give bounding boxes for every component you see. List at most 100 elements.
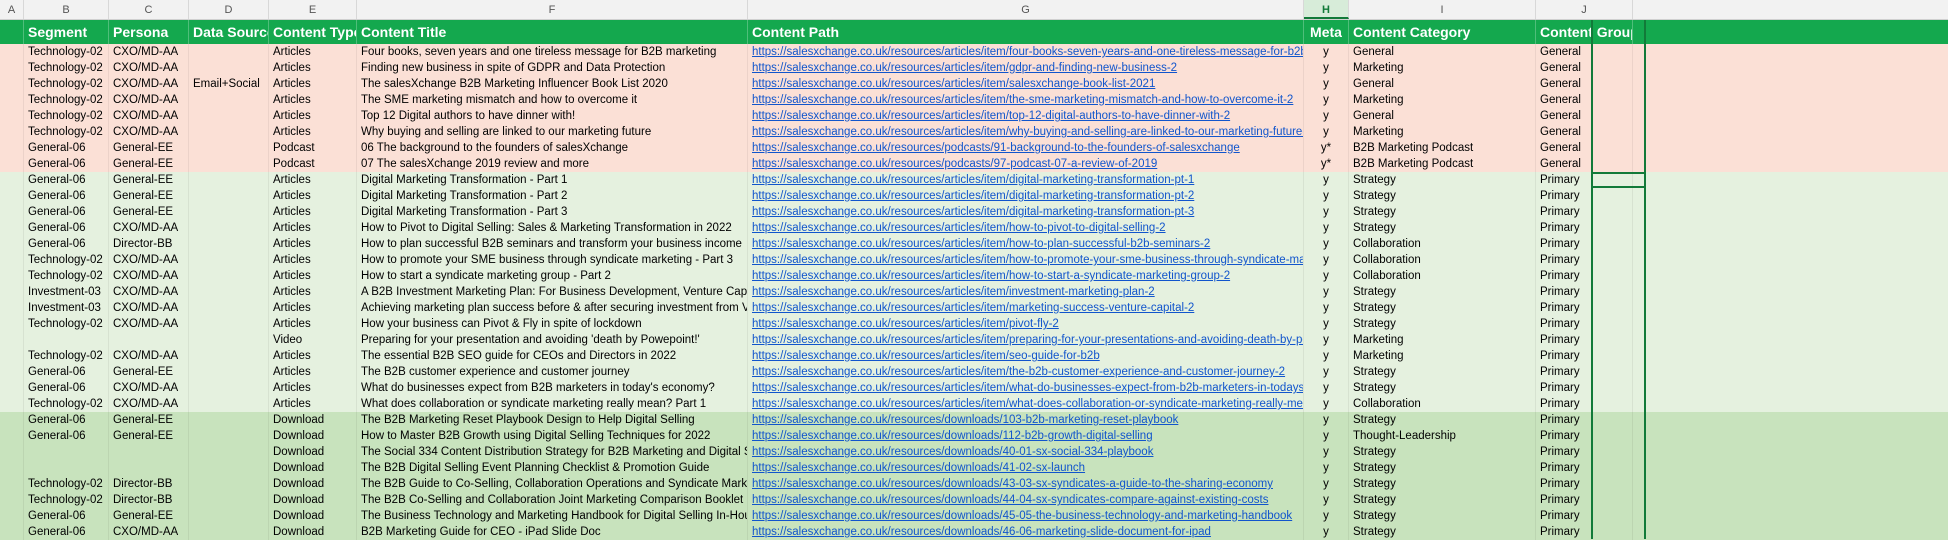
cell-content-type[interactable]: Download — [269, 476, 357, 492]
cell-content-group[interactable]: Primary — [1536, 460, 1633, 476]
cell-data-source[interactable] — [189, 268, 269, 284]
cell-segment[interactable]: Technology-02 — [24, 476, 109, 492]
cell-content-category[interactable]: General — [1349, 108, 1536, 124]
cell-content-type[interactable]: Download — [269, 492, 357, 508]
cell-content-type[interactable]: Articles — [269, 268, 357, 284]
cell-content-path[interactable]: https://salesxchange.co.uk/resources/art… — [748, 220, 1304, 236]
cell-content-category[interactable]: Strategy — [1349, 220, 1536, 236]
row-gutter[interactable] — [0, 252, 24, 268]
cell-segment[interactable]: General-06 — [24, 428, 109, 444]
cell-persona[interactable]: CXO/MD-AA — [109, 300, 189, 316]
row-gutter[interactable] — [0, 492, 24, 508]
cell-content-category[interactable]: Strategy — [1349, 172, 1536, 188]
cell-data-source[interactable] — [189, 236, 269, 252]
cell-content-title[interactable]: Preparing for your presentation and avoi… — [357, 332, 748, 348]
cell-meta[interactable]: y* — [1304, 140, 1349, 156]
content-path-link[interactable]: https://salesxchange.co.uk/resources/art… — [752, 270, 1230, 282]
cell-persona[interactable]: Director-BB — [109, 492, 189, 508]
cell-segment[interactable]: General-06 — [24, 156, 109, 172]
row-gutter[interactable] — [0, 268, 24, 284]
cell-content-category[interactable]: Marketing — [1349, 124, 1536, 140]
cell-content-category[interactable]: Strategy — [1349, 300, 1536, 316]
row-gutter[interactable] — [0, 316, 24, 332]
cell-segment[interactable]: Investment-03 — [24, 300, 109, 316]
row-gutter[interactable] — [0, 348, 24, 364]
cell-segment[interactable]: General-06 — [24, 204, 109, 220]
row-gutter[interactable] — [0, 444, 24, 460]
cell-segment[interactable]: Technology-02 — [24, 60, 109, 76]
cell-data-source[interactable] — [189, 108, 269, 124]
cell-segment[interactable]: Technology-02 — [24, 124, 109, 140]
cell-data-source[interactable] — [189, 60, 269, 76]
cell-persona[interactable]: CXO/MD-AA — [109, 348, 189, 364]
content-path-link[interactable]: https://salesxchange.co.uk/resources/art… — [752, 286, 1155, 298]
column-letter-row-num[interactable]: A — [0, 0, 24, 19]
cell-meta[interactable]: y — [1304, 316, 1349, 332]
cell-meta[interactable]: y — [1304, 268, 1349, 284]
cell-content-category[interactable]: Thought-Leadership — [1349, 428, 1536, 444]
cell-content-group[interactable]: Primary — [1536, 380, 1633, 396]
cell-content-category[interactable]: Strategy — [1349, 412, 1536, 428]
cell-meta[interactable]: y — [1304, 92, 1349, 108]
row-gutter[interactable] — [0, 476, 24, 492]
cell-content-title[interactable]: The essential B2B SEO guide for CEOs and… — [357, 348, 748, 364]
cell-data-source[interactable] — [189, 396, 269, 412]
cell-segment[interactable]: Technology-02 — [24, 348, 109, 364]
content-path-link[interactable]: https://salesxchange.co.uk/resources/dow… — [752, 478, 1273, 490]
cell-content-title[interactable]: How to promote your SME business through… — [357, 252, 748, 268]
cell-content-category[interactable]: Strategy — [1349, 492, 1536, 508]
content-path-link[interactable]: https://salesxchange.co.uk/resources/dow… — [752, 430, 1153, 442]
content-path-link[interactable]: https://salesxchange.co.uk/resources/art… — [752, 366, 1285, 378]
cell-data-source[interactable] — [189, 508, 269, 524]
cell-content-path[interactable]: https://salesxchange.co.uk/resources/art… — [748, 124, 1304, 140]
cell-data-source[interactable] — [189, 156, 269, 172]
cell-content-path[interactable]: https://salesxchange.co.uk/resources/art… — [748, 300, 1304, 316]
cell-segment[interactable]: Technology-02 — [24, 396, 109, 412]
content-path-link[interactable]: https://salesxchange.co.uk/resources/art… — [752, 318, 1059, 330]
content-path-link[interactable]: https://salesxchange.co.uk/resources/art… — [752, 222, 1166, 234]
cell-content-title[interactable]: Achieving marketing plan success before … — [357, 300, 748, 316]
cell-content-title[interactable]: Digital Marketing Transformation - Part … — [357, 172, 748, 188]
content-path-link[interactable]: https://salesxchange.co.uk/resources/art… — [752, 110, 1230, 122]
column-letter-data-source[interactable]: D — [189, 0, 269, 19]
cell-meta[interactable]: y — [1304, 380, 1349, 396]
cell-segment[interactable]: Technology-02 — [24, 316, 109, 332]
cell-content-category[interactable]: Strategy — [1349, 524, 1536, 540]
cell-persona[interactable]: CXO/MD-AA — [109, 60, 189, 76]
cell-segment[interactable]: Technology-02 — [24, 108, 109, 124]
cell-data-source[interactable] — [189, 204, 269, 220]
cell-persona[interactable]: CXO/MD-AA — [109, 316, 189, 332]
cell-content-type[interactable]: Articles — [269, 284, 357, 300]
cell-segment[interactable] — [24, 332, 109, 348]
cell-content-type[interactable]: Download — [269, 524, 357, 540]
content-path-link[interactable]: https://salesxchange.co.uk/resources/art… — [752, 382, 1303, 394]
cell-content-type[interactable]: Articles — [269, 316, 357, 332]
cell-segment[interactable]: General-06 — [24, 188, 109, 204]
header-row-num[interactable] — [0, 20, 24, 44]
cell-data-source[interactable] — [189, 252, 269, 268]
cell-persona[interactable]: Director-BB — [109, 236, 189, 252]
row-gutter[interactable] — [0, 188, 24, 204]
cell-meta[interactable]: y — [1304, 124, 1349, 140]
cell-content-type[interactable]: Download — [269, 428, 357, 444]
cell-content-group[interactable]: Primary — [1536, 236, 1633, 252]
cell-content-type[interactable]: Articles — [269, 396, 357, 412]
header-content-type[interactable]: Content Type — [269, 20, 357, 44]
cell-content-category[interactable]: Collaboration — [1349, 236, 1536, 252]
cell-content-title[interactable]: The B2B Marketing Reset Playbook Design … — [357, 412, 748, 428]
cell-content-category[interactable]: Marketing — [1349, 92, 1536, 108]
cell-content-title[interactable]: Finding new business in spite of GDPR an… — [357, 60, 748, 76]
content-path-link[interactable]: https://salesxchange.co.uk/resources/art… — [752, 302, 1194, 314]
cell-content-title[interactable]: The Social 334 Content Distribution Stra… — [357, 444, 748, 460]
column-letter-content-category[interactable]: I — [1349, 0, 1536, 19]
cell-segment[interactable]: Technology-02 — [24, 252, 109, 268]
cell-meta[interactable]: y — [1304, 252, 1349, 268]
cell-data-source[interactable] — [189, 220, 269, 236]
cell-segment[interactable]: Technology-02 — [24, 492, 109, 508]
cell-content-group[interactable]: Primary — [1536, 332, 1633, 348]
row-gutter[interactable] — [0, 524, 24, 540]
cell-meta[interactable]: y — [1304, 236, 1349, 252]
cell-content-type[interactable]: Articles — [269, 236, 357, 252]
cell-content-path[interactable]: https://salesxchange.co.uk/resources/art… — [748, 348, 1304, 364]
row-gutter[interactable] — [0, 428, 24, 444]
